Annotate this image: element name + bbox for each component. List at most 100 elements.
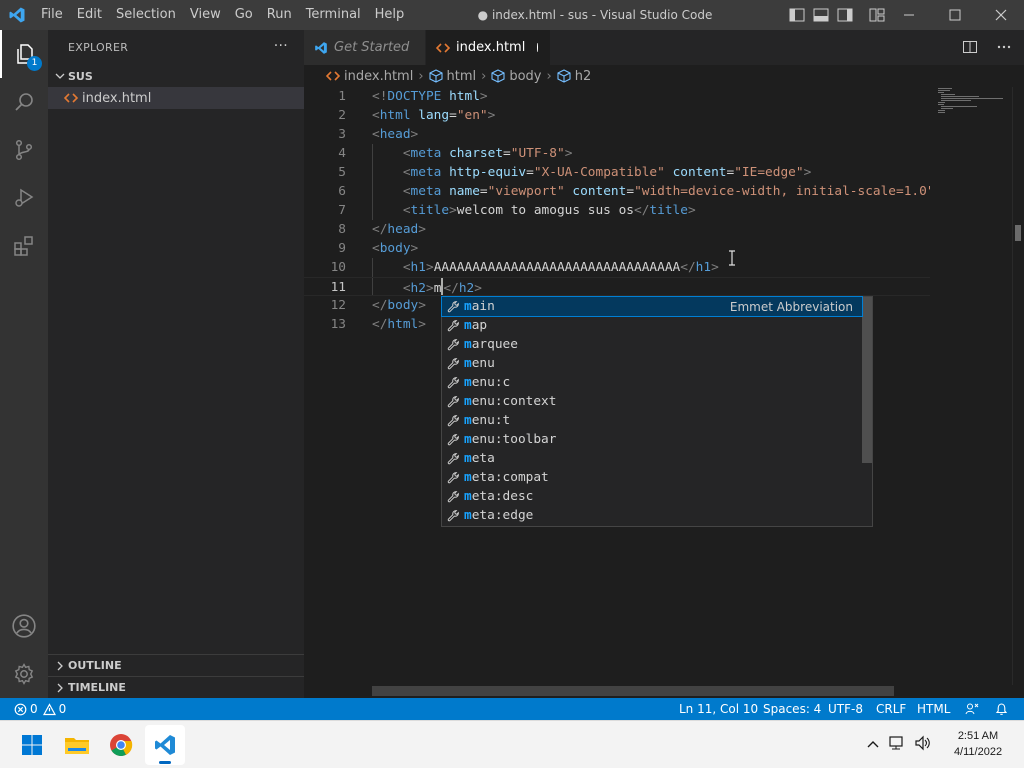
menu-help[interactable]: Help (368, 0, 412, 30)
windows-taskbar: 2:51 AM 4/11/2022 (0, 720, 1024, 768)
menu-terminal[interactable]: Terminal (299, 0, 368, 30)
chevron-down-icon (52, 71, 68, 81)
wrench-icon (442, 433, 464, 446)
problems-indicator[interactable]: 0 0 (14, 698, 66, 720)
suggestion-item[interactable]: main Emmet Abbreviation (441, 296, 863, 317)
html-file-icon (326, 71, 340, 81)
breadcrumb-body[interactable]: body (491, 69, 542, 84)
unsaved-dot-icon[interactable] (537, 43, 538, 52)
clock-time: 2:51 AM (957, 730, 999, 742)
line-number: 11 (330, 280, 346, 295)
line-number: 13 (330, 317, 346, 332)
suggestion-item[interactable]: menu:c (442, 373, 862, 392)
suggestion-label: menu:c (464, 375, 511, 390)
scroll-thumb[interactable] (1015, 225, 1021, 241)
end-of-line[interactable]: CRLF (876, 698, 906, 720)
language-mode[interactable]: HTML (917, 698, 950, 720)
vscode-logo-icon (314, 41, 328, 55)
wrench-icon (442, 471, 464, 484)
maximize-icon[interactable] (932, 0, 978, 30)
menu-view[interactable]: View (183, 0, 228, 30)
explorer-badge: 1 (27, 56, 42, 71)
suggestion-item[interactable]: menu:context (442, 392, 862, 411)
breadcrumb-file[interactable]: index.html (326, 69, 413, 84)
breadcrumb-html[interactable]: html (428, 69, 476, 84)
breadcrumb-h2-label: h2 (574, 68, 592, 84)
close-icon[interactable] (978, 0, 1024, 30)
outline-section-header[interactable]: OUTLINE (48, 654, 304, 676)
more-actions-icon[interactable] (996, 39, 1012, 59)
suggestion-detail: Emmet Abbreviation (729, 299, 853, 314)
menu-selection[interactable]: Selection (109, 0, 183, 30)
chevron-right-icon: › (418, 68, 424, 84)
accounts-icon[interactable] (0, 602, 48, 650)
status-bar: 0 0 Ln 11, Col 10 Spaces: 4 UTF-8 CRLF H… (0, 698, 1024, 720)
menu-edit[interactable]: Edit (70, 0, 109, 30)
line-number: 12 (330, 298, 346, 313)
suggestion-item[interactable]: marquee (442, 335, 862, 354)
suggestion-item[interactable]: menu:t (442, 411, 862, 430)
chevron-up-icon[interactable] (866, 738, 880, 753)
taskbar-clock[interactable]: 2:51 AM 4/11/2022 (940, 728, 1016, 760)
file-explorer-icon[interactable] (57, 725, 97, 765)
suggestion-label: map (464, 318, 488, 333)
breadcrumb-h2[interactable]: h2 (557, 68, 592, 84)
suggestion-item[interactable]: meta (442, 449, 862, 468)
wrench-icon (442, 338, 464, 351)
tab-index-html[interactable]: index.html (426, 30, 550, 65)
wrench-icon (442, 414, 464, 427)
source-control-icon[interactable] (0, 126, 48, 174)
chevron-right-icon (52, 683, 68, 693)
suggestion-item[interactable]: meta:compat (442, 468, 862, 487)
settings-gear-icon[interactable] (0, 650, 48, 698)
customize-layout-icon[interactable] (868, 6, 886, 24)
volume-icon[interactable] (914, 735, 932, 755)
active-app-indicator (159, 761, 171, 764)
minimize-icon[interactable] (886, 0, 932, 30)
split-editor-icon[interactable] (962, 39, 978, 59)
vertical-scrollbar[interactable] (1012, 87, 1024, 685)
suggestion-item[interactable]: map (442, 316, 862, 335)
line-number: 6 (338, 184, 346, 199)
folder-section-header[interactable]: SUS (48, 65, 304, 87)
toggle-primary-sidebar-icon[interactable] (788, 6, 806, 24)
feedback-icon[interactable] (965, 698, 979, 720)
menu-file[interactable]: File (34, 0, 70, 30)
tab-get-started[interactable]: Get Started (304, 30, 426, 65)
minimap[interactable] (936, 87, 1012, 117)
encoding[interactable]: UTF-8 (828, 698, 863, 720)
horizontal-scrollbar[interactable] (372, 686, 894, 696)
suggestion-item[interactable]: meta:edge (442, 506, 862, 525)
indentation[interactable]: Spaces: 4 (763, 698, 821, 720)
suggestion-item[interactable]: menu (442, 354, 862, 373)
explorer-header: EXPLORER ··· (48, 30, 304, 65)
menu-go[interactable]: Go (228, 0, 260, 30)
more-actions-icon[interactable]: ··· (274, 38, 288, 54)
cursor-position[interactable]: Ln 11, Col 10 (679, 698, 758, 720)
toggle-panel-icon[interactable] (812, 6, 830, 24)
run-and-debug-icon[interactable] (0, 174, 48, 222)
suggestion-item[interactable]: menu:toolbar (442, 430, 862, 449)
code-line: 10 <h1>AAAAAAAAAAAAAAAAAAAAAAAAAAAAAAAA<… (304, 258, 930, 277)
explorer-icon[interactable]: 1 (0, 30, 48, 78)
search-icon[interactable] (0, 78, 48, 126)
line-number: 5 (338, 165, 346, 180)
timeline-section-header[interactable]: TIMELINE (48, 676, 304, 698)
window-controls (886, 0, 1024, 30)
chrome-icon[interactable] (101, 725, 141, 765)
vscode-logo-icon[interactable] (0, 0, 34, 30)
notifications-bell-icon[interactable] (995, 698, 1008, 720)
suggest-scrollbar[interactable] (862, 297, 872, 463)
vscode-taskbar-icon[interactable] (145, 725, 185, 765)
suggestion-item[interactable]: meta:desc (442, 487, 862, 506)
wrench-icon (442, 357, 464, 370)
error-icon (14, 703, 27, 715)
network-icon[interactable] (888, 735, 906, 755)
extensions-icon[interactable] (0, 222, 48, 270)
file-item-index-html[interactable]: index.html (48, 87, 304, 109)
code-line: 5 <meta http-equiv="X-UA-Compatible" con… (304, 163, 930, 182)
code-line: 6 <meta name="viewport" content="width=d… (304, 182, 930, 201)
menu-run[interactable]: Run (260, 0, 299, 30)
toggle-secondary-sidebar-icon[interactable] (836, 6, 854, 24)
windows-start-icon[interactable] (12, 725, 52, 765)
